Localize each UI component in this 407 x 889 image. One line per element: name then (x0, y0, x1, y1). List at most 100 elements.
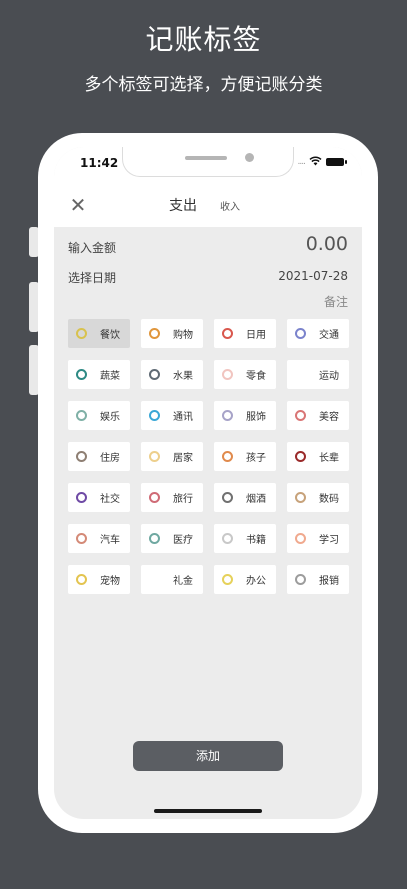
tag-label: 日用 (246, 330, 266, 341)
nav-bar: ✕ 支出 收入 (54, 183, 362, 227)
tag-item[interactable]: 书籍 (214, 524, 276, 553)
tag-item[interactable]: 零食 (214, 360, 276, 389)
tag-ring-icon (295, 451, 306, 462)
camera (245, 153, 254, 162)
phone-frame: 11:42 .... ✕ 支出 收入 输入金额 0.00 选择日期 2021-0… (38, 133, 378, 833)
tag-label: 服饰 (246, 412, 266, 423)
tag-ring-icon (76, 410, 87, 421)
note-button[interactable]: 备注 (324, 293, 348, 310)
tag-label: 宠物 (100, 576, 120, 587)
tag-item[interactable]: 社交 (68, 483, 130, 512)
app-screen: 11:42 .... ✕ 支出 收入 输入金额 0.00 选择日期 2021-0… (54, 147, 362, 819)
tag-label: 水果 (173, 371, 193, 382)
tag-item[interactable]: 报销 (287, 565, 349, 594)
tag-ring-icon (149, 492, 160, 503)
tag-label: 旅行 (173, 494, 193, 505)
tag-label: 通讯 (173, 412, 193, 423)
tag-ring-icon (222, 410, 233, 421)
tag-item[interactable]: 长辈 (287, 442, 349, 471)
tag-item[interactable]: 日用 (214, 319, 276, 348)
tag-ring-icon (222, 369, 233, 380)
tag-item[interactable]: 餐饮 (68, 319, 130, 348)
tag-item[interactable]: 礼金 (141, 565, 203, 594)
tag-label: 美容 (319, 412, 339, 423)
tag-label: 居家 (173, 453, 193, 464)
promo-title: 记账标签 (145, 23, 262, 56)
tag-label: 交通 (319, 330, 339, 341)
tag-ring-icon (149, 451, 160, 462)
tag-item[interactable]: 住房 (68, 442, 130, 471)
tag-item[interactable]: 烟酒 (214, 483, 276, 512)
tab-expense[interactable]: 支出 (169, 195, 197, 215)
tag-ring-icon (295, 492, 306, 503)
tag-ring-icon (76, 533, 87, 544)
amount-input[interactable]: 0.00 (306, 233, 348, 255)
tag-ring-icon (76, 369, 87, 380)
tag-label: 办公 (246, 576, 266, 587)
date-picker[interactable]: 2021-07-28 (278, 269, 348, 283)
tag-label: 零食 (246, 371, 266, 382)
tag-ring-icon (222, 574, 233, 585)
tag-item[interactable]: 数码 (287, 483, 349, 512)
tag-ring-icon (295, 410, 306, 421)
status-icons: .... (297, 155, 347, 169)
date-label: 选择日期 (68, 271, 117, 285)
tag-label: 运动 (319, 371, 339, 382)
tag-item[interactable]: 汽车 (68, 524, 130, 553)
tag-ring-icon (222, 451, 233, 462)
tag-item[interactable]: 购物 (141, 319, 203, 348)
tag-ring-icon (76, 492, 87, 503)
tag-item[interactable]: 美容 (287, 401, 349, 430)
tag-label: 社交 (100, 494, 120, 505)
speaker (185, 156, 227, 160)
tag-grid: 餐饮 购物 日用 交通蔬菜 水果 零食 运动娱乐 通讯 服饰 美容住房 居家 孩子 长辈社交 旅行 烟酒 数码… (68, 319, 349, 594)
promo-subtitle: 多个标签可选择，方便记账分类 (84, 75, 323, 95)
tag-ring-icon (222, 492, 233, 503)
amount-label: 输入金额 (68, 241, 117, 255)
tag-item[interactable]: 学习 (287, 524, 349, 553)
tag-label: 书籍 (246, 535, 266, 546)
tag-label: 数码 (319, 494, 339, 505)
tag-ring-icon (76, 451, 87, 462)
tag-ring-icon (149, 369, 160, 380)
battery-icon (326, 158, 347, 166)
tag-item[interactable]: 居家 (141, 442, 203, 471)
tag-ring-icon (295, 328, 306, 339)
tab-income[interactable]: 收入 (220, 198, 240, 213)
tag-item[interactable]: 通讯 (141, 401, 203, 430)
tag-ring-icon (149, 533, 160, 544)
tag-item[interactable]: 服饰 (214, 401, 276, 430)
status-bar: 11:42 .... (54, 147, 362, 183)
notch (122, 147, 294, 177)
tag-item[interactable]: 旅行 (141, 483, 203, 512)
tag-label: 学习 (319, 535, 339, 546)
tag-item[interactable]: 办公 (214, 565, 276, 594)
tag-item[interactable]: 宠物 (68, 565, 130, 594)
close-icon[interactable]: ✕ (66, 193, 90, 217)
signal-icon: .... (297, 157, 307, 167)
tag-ring-icon (149, 410, 160, 421)
tag-ring-icon (149, 574, 160, 585)
tag-item[interactable]: 水果 (141, 360, 203, 389)
tag-item[interactable]: 孩子 (214, 442, 276, 471)
add-button[interactable]: 添加 (133, 741, 283, 771)
wifi-icon (309, 155, 322, 169)
tag-ring-icon (222, 328, 233, 339)
tag-item[interactable]: 医疗 (141, 524, 203, 553)
tag-label: 购物 (173, 330, 193, 341)
tag-label: 礼金 (173, 576, 193, 587)
tag-item[interactable]: 运动 (287, 360, 349, 389)
tag-item[interactable]: 蔬菜 (68, 360, 130, 389)
tag-ring-icon (295, 533, 306, 544)
tag-label: 蔬菜 (100, 371, 120, 382)
tag-item[interactable]: 娱乐 (68, 401, 130, 430)
home-indicator (154, 809, 262, 813)
tag-item[interactable]: 交通 (287, 319, 349, 348)
status-time: 11:42 (80, 156, 119, 170)
tag-ring-icon (76, 328, 87, 339)
tag-label: 住房 (100, 453, 120, 464)
tag-label: 孩子 (246, 453, 266, 464)
tag-label: 烟酒 (246, 494, 266, 505)
tag-label: 餐饮 (100, 330, 120, 341)
tag-label: 医疗 (173, 535, 193, 546)
